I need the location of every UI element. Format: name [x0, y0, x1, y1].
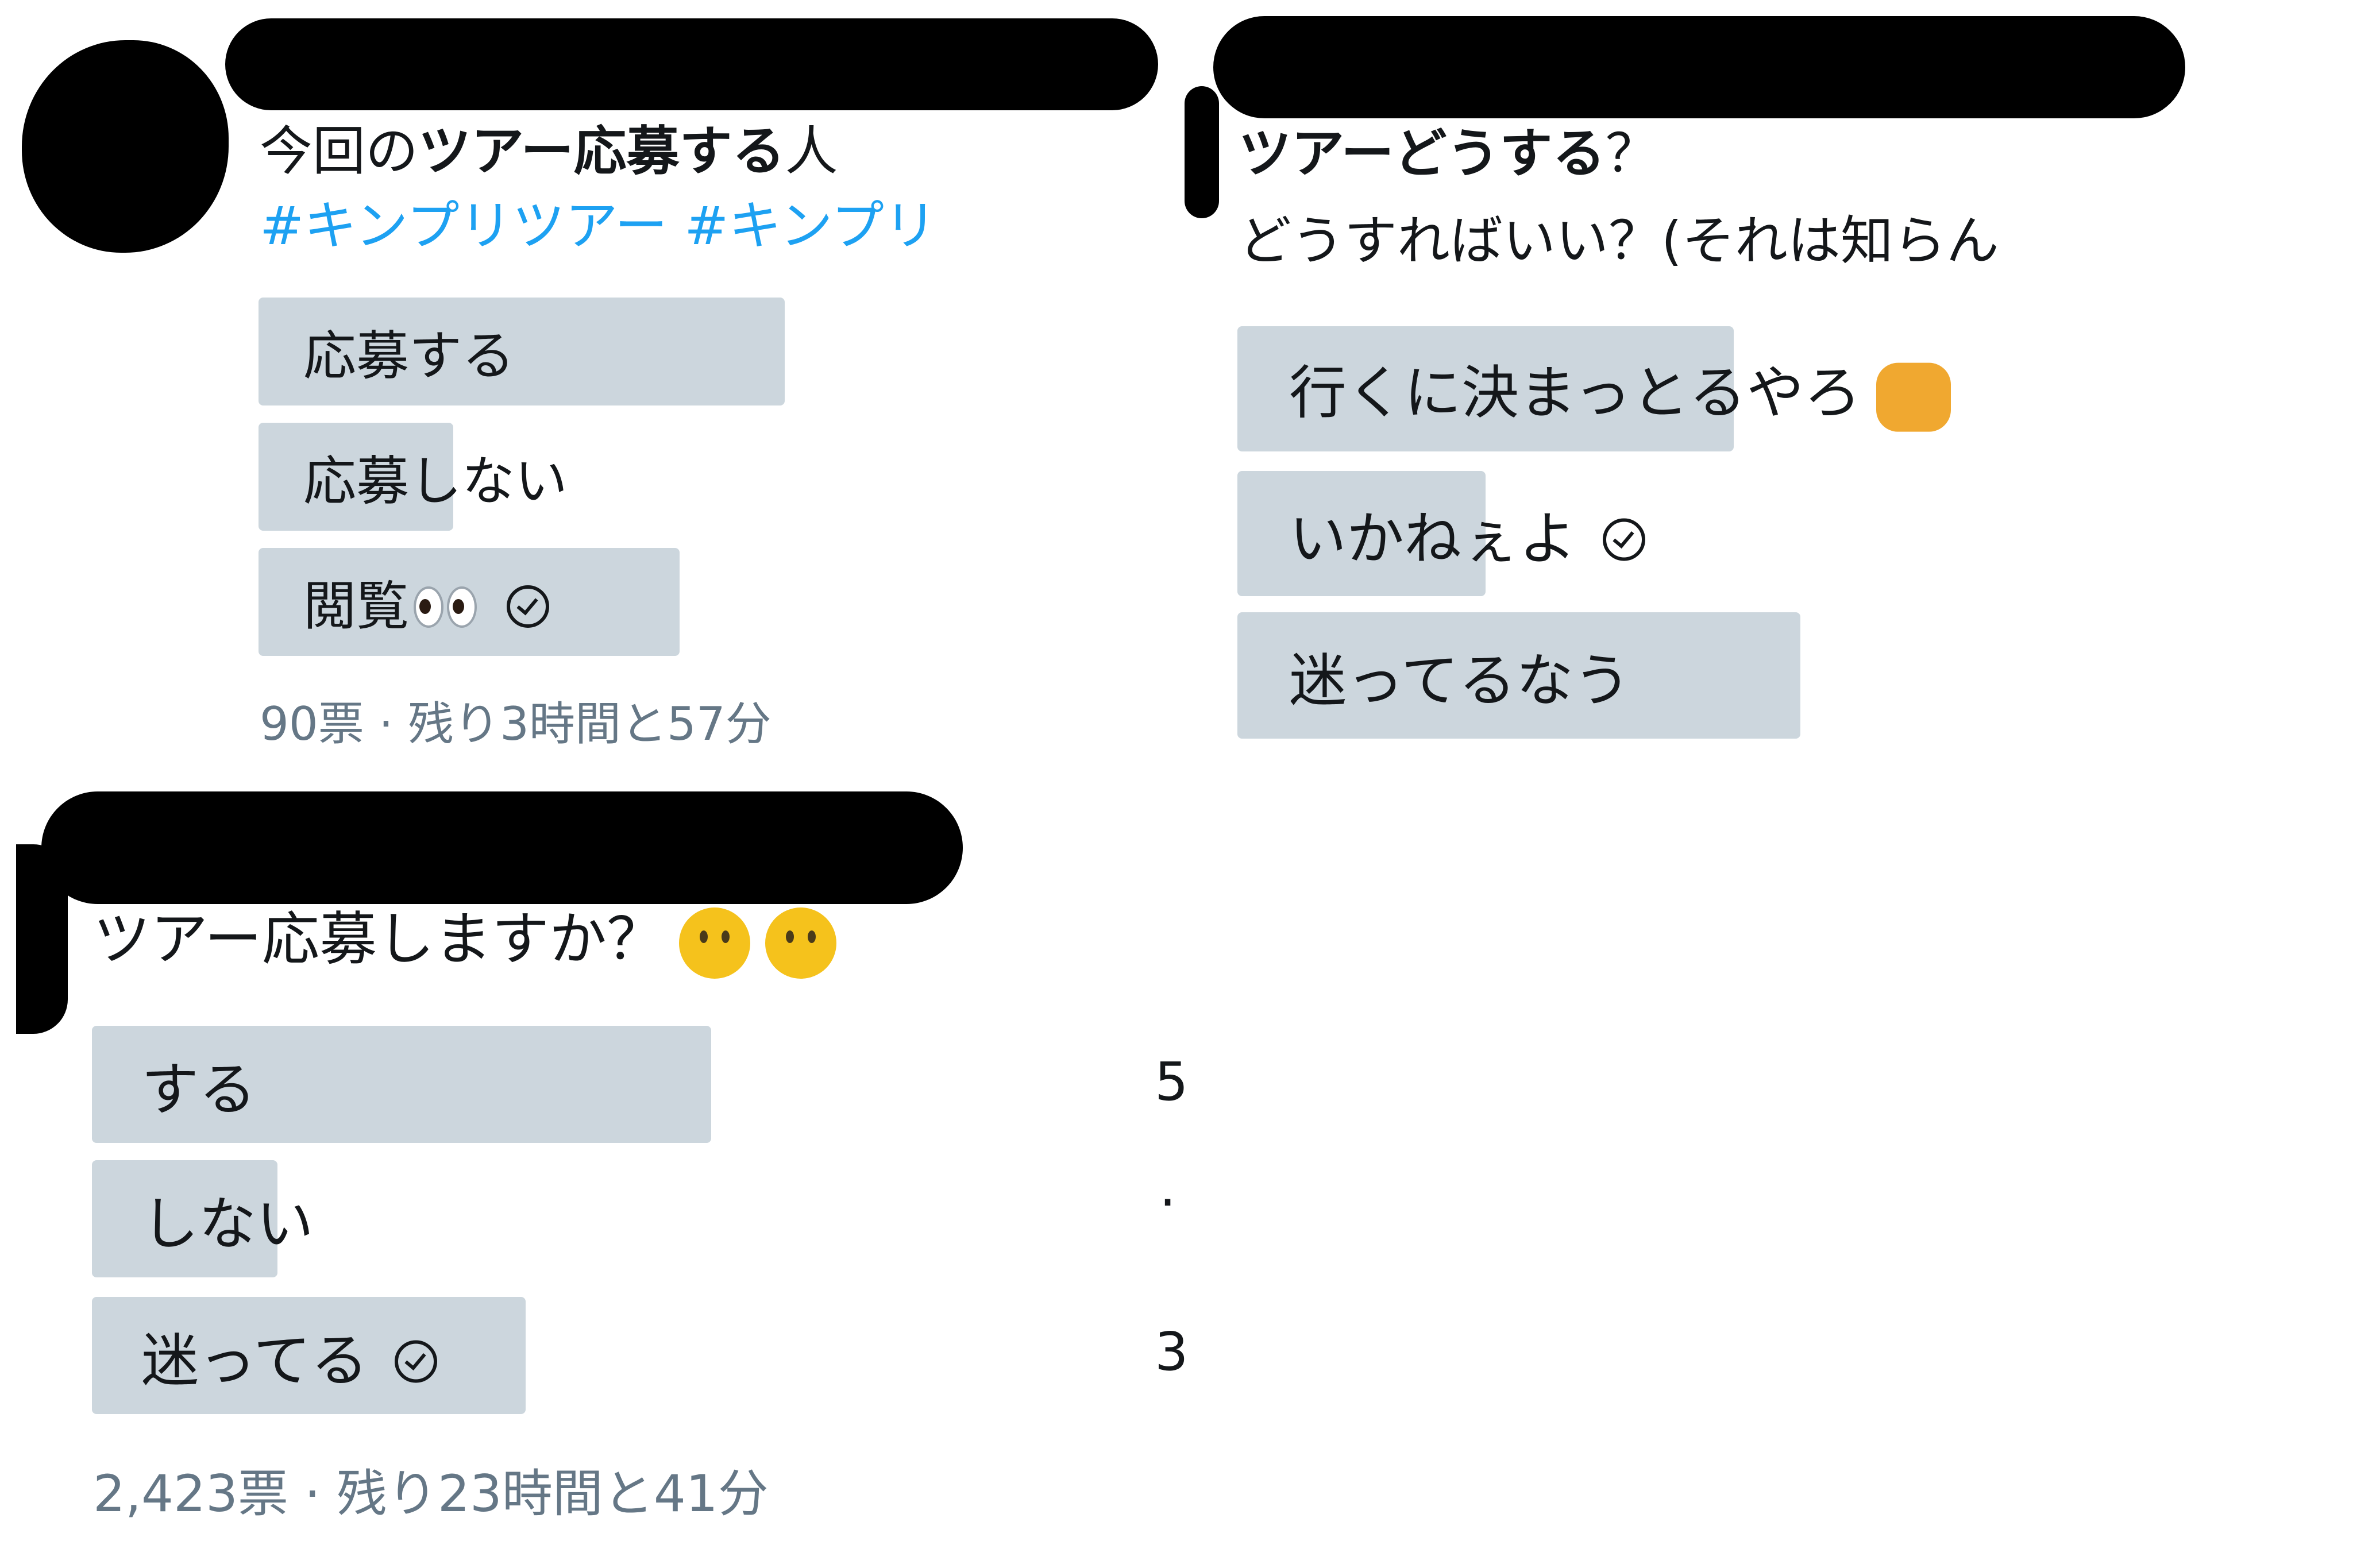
- poll-option-label-wrap: いかねぇよ: [1289, 492, 1645, 576]
- text-bold: ツアー応募する: [418, 121, 785, 182]
- tweet-text-line: ツアーどうする？: [1239, 128, 1658, 180]
- poll-option-label: 迷ってるなう: [1289, 647, 1631, 715]
- poll-option-label: しない: [141, 1190, 314, 1258]
- tweet-text-line-2: どうすればいい？(それは知らん: [1239, 210, 1999, 272]
- poll-option-label: いかねぇよ: [1289, 505, 1576, 573]
- edge-mark: ·: [1159, 1172, 1176, 1233]
- check-circle-icon: [395, 1340, 437, 1383]
- poll-meta: 2,423票 · 残り23時間と41分: [93, 1464, 769, 1523]
- poll-option[interactable]: いかねぇよ: [1237, 471, 1927, 596]
- text-plain: 今回の: [260, 121, 419, 182]
- text-bold: ツアーどうする: [1239, 123, 1606, 184]
- poll-meta: 90票 · 残り3時間と57分: [260, 697, 772, 751]
- fist-emoji-icon: [1876, 362, 1951, 432]
- hashtag-line[interactable]: #キンプリツアー #キンプリ: [260, 200, 937, 253]
- poll-option[interactable]: 行くに決まっとるやろ: [1237, 326, 1951, 451]
- text-plain-end: ？: [1605, 123, 1658, 184]
- poll-option-label: 応募する: [303, 325, 515, 387]
- question-text: ツアー応募しますか？: [93, 905, 664, 973]
- edge-mark: 3: [1155, 1321, 1189, 1382]
- check-circle-icon: [507, 585, 550, 628]
- tweet-text-line: ツアー応募しますか？: [93, 907, 836, 979]
- edge-mark: 5: [1155, 1051, 1189, 1113]
- poll-1: 今回のツアー応募する人 #キンプリツアー #キンプリ 応募する 応募しない 閲覧…: [0, 0, 1178, 770]
- poll-option[interactable]: する: [92, 1026, 711, 1143]
- poll-3: ツアー応募しますか？ する しない 迷ってる 2,423票 · 残り23時間と4…: [0, 793, 1178, 1568]
- poll-option-label: 行くに決まっとるやろ: [1289, 359, 1861, 427]
- poll-option-label: 閲覧: [303, 575, 410, 637]
- thinking-face-emoji-icon: [765, 907, 836, 979]
- poll-option[interactable]: 応募しない: [259, 423, 785, 531]
- text-plain-end: 人: [785, 121, 838, 182]
- poll-2: ツアーどうする？ どうすればいい？(それは知らん 行くに決まっとるやろ いかねぇ…: [1183, 0, 2353, 770]
- poll-option-label: 応募しない: [303, 450, 568, 512]
- poll-option[interactable]: 応募する: [259, 298, 785, 405]
- tweet-text-line: 今回のツアー応募する人: [260, 125, 838, 178]
- poll-option[interactable]: 迷ってるなう: [1237, 612, 1800, 739]
- poll-option-label-wrap: 行くに決まっとるやろ: [1289, 346, 1951, 432]
- poll-option-label-wrap: 迷ってる: [141, 1314, 437, 1397]
- poll-option-label-wrap: 閲覧: [303, 563, 550, 640]
- poll-option[interactable]: 閲覧: [259, 548, 785, 656]
- poll-option-label: する: [141, 1056, 256, 1123]
- poll-option[interactable]: 迷ってる: [92, 1297, 711, 1414]
- poll-option-label: 迷ってる: [141, 1327, 368, 1395]
- eyes-emoji-icon: [414, 579, 480, 640]
- poll-option[interactable]: しない: [92, 1160, 711, 1277]
- check-circle-icon: [1603, 518, 1645, 561]
- thinking-face-emoji-icon: [679, 907, 750, 979]
